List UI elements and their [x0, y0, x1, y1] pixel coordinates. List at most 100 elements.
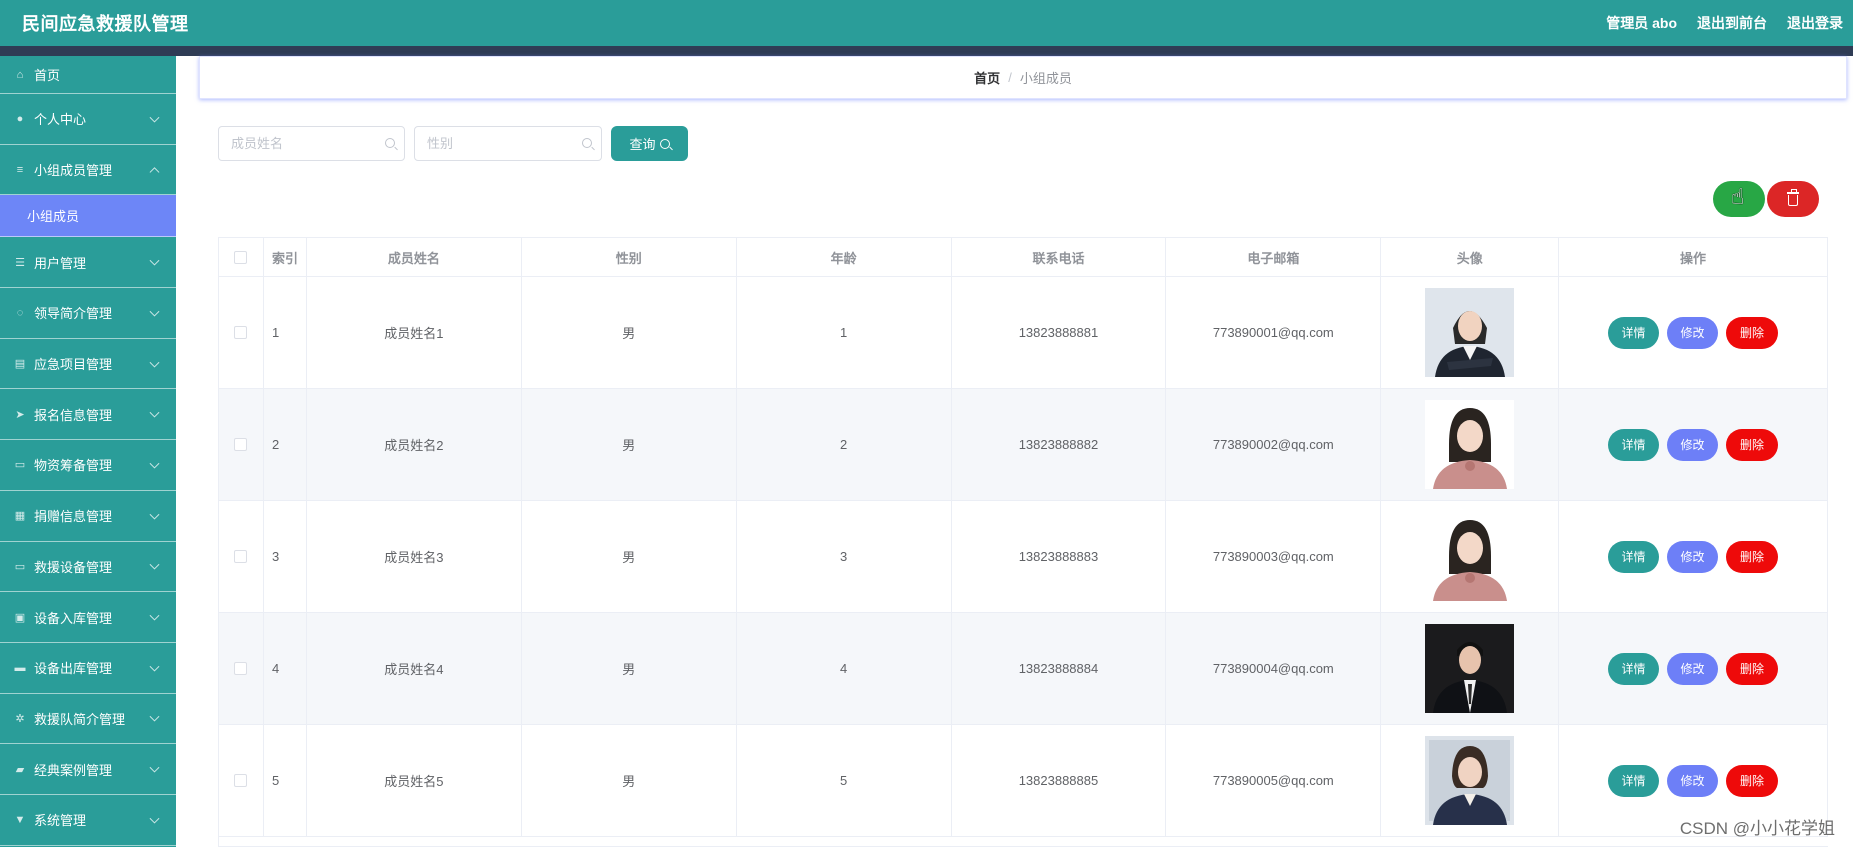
cell-name: 成员姓名5 [307, 725, 522, 836]
header-age: 年龄 [737, 238, 952, 276]
edit-button[interactable]: 修改 [1667, 428, 1719, 461]
message-icon: ▬ [14, 661, 26, 674]
cell-phone: 13823888881 [952, 277, 1167, 388]
chevron-down-icon [149, 661, 160, 672]
row-checkbox[interactable] [234, 774, 248, 787]
cell-age: 5 [737, 725, 952, 836]
cell-avatar [1381, 389, 1560, 500]
cell-avatar [1381, 277, 1560, 388]
gender-input[interactable] [415, 127, 601, 160]
cell-index: 2 [264, 389, 307, 500]
edit-button[interactable]: 修改 [1667, 652, 1719, 685]
send-icon: ➤ [15, 408, 25, 421]
member-name-search[interactable] [218, 126, 405, 161]
delete-button[interactable]: 删除 [1726, 540, 1779, 573]
grid-icon: ▦ [14, 510, 26, 523]
cell-phone: 13823888883 [952, 501, 1167, 612]
trash-icon [1786, 189, 1799, 206]
sidebar-item-users[interactable]: ☰ 用户管理 [0, 237, 176, 289]
cell-avatar [1381, 501, 1560, 612]
edit-button[interactable]: 修改 [1667, 540, 1719, 573]
detail-button[interactable]: 详情 [1608, 316, 1660, 349]
sidebar-item-supplies[interactable]: ▭ 物资筹备管理 [0, 440, 176, 491]
sidebar-item-system[interactable]: ▼ 系统管理 [0, 795, 176, 846]
breadcrumb-home[interactable]: 首页 [974, 68, 1000, 87]
sidebar-item-label: 领导简介管理 [34, 306, 113, 322]
sidebar-item-group-members[interactable]: ≡ 小组成员管理 [0, 145, 176, 196]
sidebar-item-label: 应急项目管理 [34, 357, 113, 373]
sidebar-item-donations[interactable]: ▦ 捐赠信息管理 [0, 491, 176, 542]
sidebar-item-label: 首页 [34, 68, 61, 83]
table-row: 4 成员姓名4 男 4 13823888884 773890004@qq.com… [219, 613, 1828, 725]
delete-button[interactable]: 删除 [1726, 428, 1779, 461]
user-icon: ● [16, 112, 24, 125]
row-checkbox[interactable] [234, 662, 248, 675]
cell-gender: 男 [522, 613, 737, 724]
sidebar-item-stock-out[interactable]: ▬ 设备出库管理 [0, 643, 176, 694]
edit-button[interactable]: 修改 [1667, 316, 1719, 349]
avatar [1425, 512, 1515, 601]
cell-actions: 详情 修改 删除 [1559, 277, 1828, 388]
batch-delete-button[interactable] [1767, 181, 1819, 217]
query-button[interactable]: 查询 [611, 126, 688, 161]
top-bar: 民间应急救援队管理 管理员 abo 退出到前台 退出登录 [0, 0, 1853, 46]
cell-gender: 男 [522, 389, 737, 500]
table-row: 3 成员姓名3 男 3 13823888883 773890003@qq.com… [219, 501, 1828, 613]
sidebar-item-projects[interactable]: ▤ 应急项目管理 [0, 339, 176, 390]
chevron-up-icon [149, 166, 160, 177]
logout-link[interactable]: 退出登录 [1787, 13, 1843, 33]
sidebar-item-label: 经典案例管理 [34, 762, 113, 778]
header-checkbox-cell [219, 238, 264, 276]
cell-index: 3 [264, 501, 307, 612]
sidebar-item-label: 设备出库管理 [34, 661, 113, 677]
sidebar-item-label: 物资筹备管理 [34, 458, 113, 474]
edit-button[interactable]: 修改 [1667, 764, 1719, 797]
delete-button[interactable]: 删除 [1726, 652, 1779, 685]
sidebar-subitem-members[interactable]: 小组成员 [0, 195, 176, 238]
chevron-down-icon [149, 762, 160, 773]
sidebar-item-stock-in[interactable]: ▣ 设备入库管理 [0, 592, 176, 643]
detail-button[interactable]: 详情 [1608, 540, 1660, 573]
list-icon: ≡ [16, 163, 24, 176]
gender-search[interactable] [414, 126, 602, 161]
sidebar-item-registrations[interactable]: ➤ 报名信息管理 [0, 389, 176, 441]
add-button[interactable] [1713, 181, 1765, 217]
cell-age: 3 [737, 501, 952, 612]
sidebar-item-leaders[interactable]: ◌ 领导简介管理 [0, 288, 176, 339]
sidebar-item-team-intro[interactable]: ✲ 救援队简介管理 [0, 694, 176, 745]
cell-email: 773890002@qq.com [1166, 389, 1382, 500]
sidebar-item-cases[interactable]: ▰ 经典案例管理 [0, 744, 176, 795]
row-checkbox[interactable] [234, 438, 248, 451]
watermark: CSDN @小小花学姐 [1679, 819, 1835, 838]
row-checkbox-cell [219, 501, 264, 612]
sidebar-item-label: 个人中心 [34, 112, 87, 128]
cell-actions: 详情 修改 删除 [1559, 613, 1828, 724]
row-checkbox[interactable] [234, 550, 248, 563]
sidebar-item-equipment[interactable]: ▭ 救援设备管理 [0, 542, 176, 593]
cell-avatar [1381, 725, 1560, 836]
detail-button[interactable]: 详情 [1608, 652, 1660, 685]
row-checkbox[interactable] [234, 326, 248, 339]
cell-name: 成员姓名2 [307, 389, 522, 500]
delete-button[interactable]: 删除 [1726, 764, 1779, 797]
clock-icon: ◌ [16, 306, 24, 319]
sidebar-item-personal-center[interactable]: ● 个人中心 [0, 94, 176, 145]
row-checkbox-cell [219, 725, 264, 836]
detail-button[interactable]: 详情 [1608, 764, 1660, 797]
select-all-checkbox[interactable] [234, 250, 248, 264]
detail-button[interactable]: 详情 [1608, 428, 1660, 461]
cell-gender: 男 [522, 725, 737, 836]
avatar [1425, 288, 1515, 377]
delete-button[interactable]: 删除 [1726, 316, 1779, 349]
member-name-input[interactable] [219, 127, 404, 160]
breadcrumb: 首页 / 小组成员 [199, 56, 1847, 99]
cell-email: 773890003@qq.com [1166, 501, 1382, 612]
back-to-front-link[interactable]: 退出到前台 [1697, 13, 1767, 33]
row-checkbox-cell [219, 613, 264, 724]
header-gender: 性别 [522, 238, 737, 276]
sidebar-item-label: 用户管理 [34, 255, 87, 271]
table-row-partial [219, 837, 1828, 847]
sidebar-item-home[interactable]: ⌂ 首页 [0, 56, 176, 94]
cell-index: 1 [264, 277, 307, 388]
query-button-label: 查询 [629, 137, 656, 152]
